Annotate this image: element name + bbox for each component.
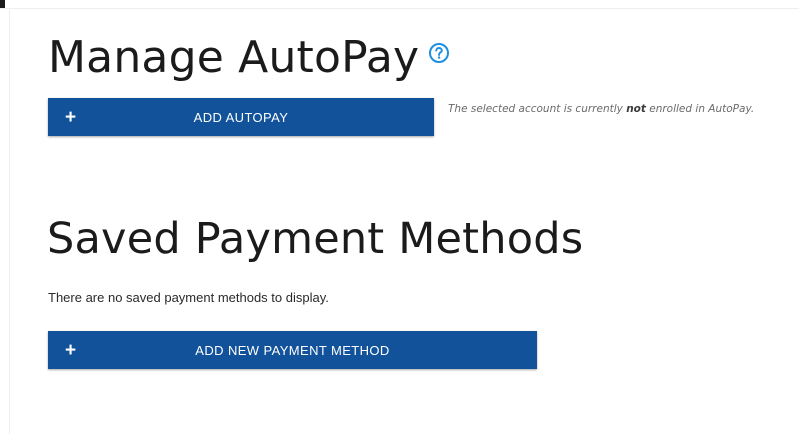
plus-icon: +: [65, 339, 77, 361]
autopay-status-note: The selected account is currently not en…: [448, 103, 754, 115]
no-saved-methods-message: There are no saved payment methods to di…: [48, 290, 329, 305]
add-autopay-button[interactable]: + ADD AUTOPAY: [48, 98, 434, 136]
saved-payment-methods-title: Saved Payment Methods: [47, 214, 584, 264]
status-prefix: The selected account is currently: [448, 103, 627, 115]
corner-mark: [0, 0, 5, 8]
question-circle-icon[interactable]: [428, 42, 450, 64]
top-border: [0, 0, 799, 9]
page: Manage AutoPay + ADD AUTOPAY The selecte…: [0, 0, 799, 434]
manage-autopay-title: Manage AutoPay: [48, 32, 420, 83]
add-autopay-label: ADD AUTOPAY: [193, 109, 289, 125]
add-new-payment-method-label: ADD NEW PAYMENT METHOD: [195, 342, 390, 358]
status-suffix: enrolled in AutoPay.: [645, 103, 755, 115]
left-border: [0, 8, 10, 434]
status-emphasis: not: [626, 103, 646, 115]
add-new-payment-method-button[interactable]: + ADD NEW PAYMENT METHOD: [48, 331, 537, 369]
plus-icon: +: [65, 106, 77, 128]
